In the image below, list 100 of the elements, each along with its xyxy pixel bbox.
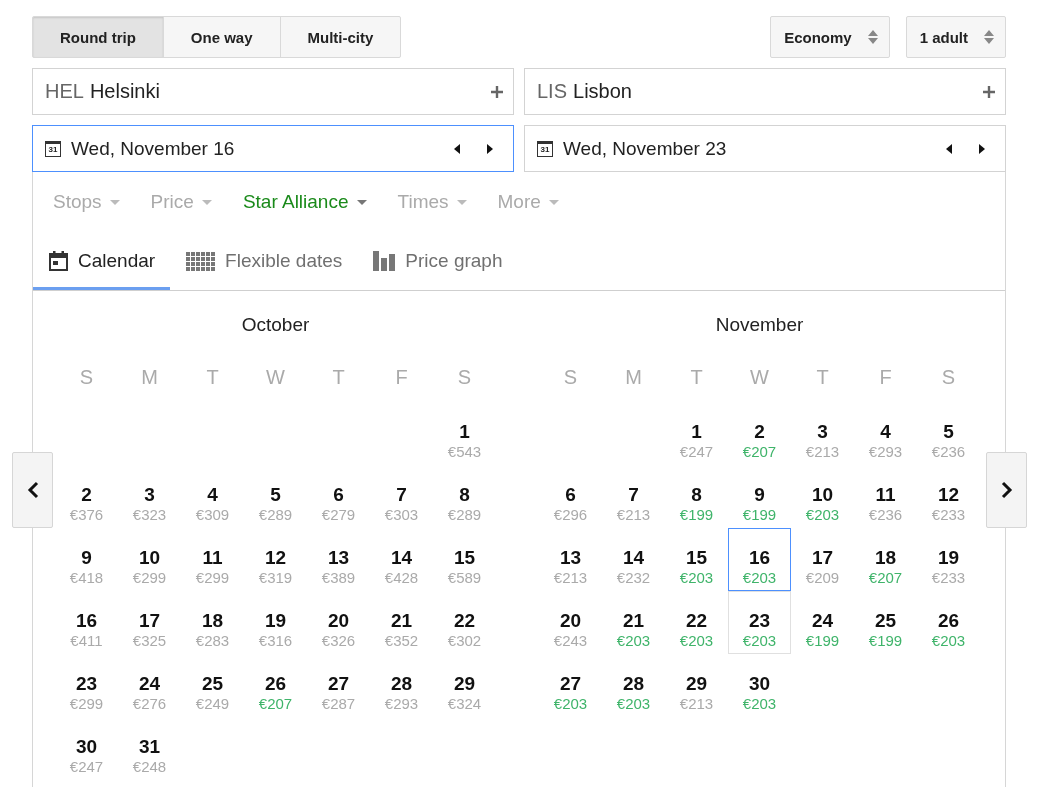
caret-left-icon[interactable] bbox=[454, 143, 460, 154]
day-number: 8 bbox=[691, 484, 702, 506]
day-number: 14 bbox=[390, 547, 413, 569]
day-price: €248 bbox=[132, 758, 167, 776]
calendar-day[interactable]: 23 €203 bbox=[728, 591, 791, 654]
weekday-label: M bbox=[140, 365, 159, 389]
day-price: €352 bbox=[384, 632, 419, 650]
date-text: Wed, November 23 bbox=[563, 137, 727, 160]
day-number: 13 bbox=[327, 547, 350, 569]
caret-right-icon[interactable] bbox=[979, 143, 985, 154]
day-price: €428 bbox=[384, 569, 419, 587]
day-price: €589 bbox=[447, 569, 482, 587]
passenger-select[interactable]: 1 adult bbox=[905, 16, 1006, 58]
day-price: €389 bbox=[321, 569, 356, 587]
caret-down-icon bbox=[109, 199, 120, 205]
day-price: €199 bbox=[742, 506, 777, 524]
up-down-caret-icon bbox=[984, 29, 994, 45]
day-price: €299 bbox=[69, 695, 104, 713]
day-number: 23 bbox=[75, 673, 98, 695]
view-tab[interactable]: Price graph bbox=[357, 232, 518, 290]
trip-type-tab[interactable]: Multi-city bbox=[279, 16, 402, 58]
day-number: 10 bbox=[811, 484, 834, 506]
day-number: 5 bbox=[270, 484, 281, 506]
day-number: 27 bbox=[559, 673, 582, 695]
day-price: €203 bbox=[616, 695, 651, 713]
day-price: €293 bbox=[384, 695, 419, 713]
day-number: 2 bbox=[81, 484, 92, 506]
view-tab[interactable]: Flexible dates bbox=[170, 232, 358, 290]
airport-code: LIS bbox=[537, 80, 568, 103]
day-price: €203 bbox=[805, 506, 840, 524]
day-number: 24 bbox=[138, 673, 161, 695]
date-text: Wed, November 16 bbox=[71, 137, 235, 160]
day-number: 4 bbox=[880, 421, 891, 443]
calendar-icon: 31 bbox=[537, 140, 553, 157]
day-number: 26 bbox=[937, 610, 960, 632]
date-field[interactable]: 31 Wed, November 23 bbox=[524, 125, 1006, 172]
weekday-label: T bbox=[205, 365, 220, 389]
day-price: €293 bbox=[868, 443, 903, 461]
calendar-day[interactable]: 16 €203 bbox=[728, 528, 791, 591]
day-price: €199 bbox=[805, 632, 840, 650]
day-price: €247 bbox=[69, 758, 104, 776]
day-number: 1 bbox=[459, 421, 470, 443]
day-number: 7 bbox=[396, 484, 407, 506]
filter-dropdown[interactable]: Star Alliance bbox=[242, 191, 367, 213]
day-number: 5 bbox=[943, 421, 954, 443]
day-price: €203 bbox=[931, 632, 966, 650]
city-name: Helsinki bbox=[89, 80, 160, 103]
day-number: 3 bbox=[817, 421, 828, 443]
day-number: 21 bbox=[390, 610, 413, 632]
calendar-icon: 31 bbox=[45, 140, 61, 157]
trip-type-tab[interactable]: Round trip bbox=[32, 16, 164, 58]
day-number: 29 bbox=[685, 673, 708, 695]
caret-down-icon bbox=[548, 199, 559, 205]
day-price: €207 bbox=[742, 443, 777, 461]
previous-month-button[interactable] bbox=[12, 452, 53, 528]
day-number: 17 bbox=[811, 547, 834, 569]
day-price: €209 bbox=[805, 569, 840, 587]
day-price: €213 bbox=[805, 443, 840, 461]
day-price: €324 bbox=[447, 695, 482, 713]
day-price: €276 bbox=[132, 695, 167, 713]
origin-field[interactable]: HEL Helsinki bbox=[32, 68, 514, 115]
day-number: 19 bbox=[937, 547, 960, 569]
destination-field[interactable]: LIS Lisbon bbox=[524, 68, 1006, 115]
day-price: €299 bbox=[195, 569, 230, 587]
plus-icon[interactable] bbox=[491, 85, 503, 98]
day-number: 1 bbox=[691, 421, 702, 443]
trip-type-tab[interactable]: One way bbox=[162, 16, 281, 58]
day-price: €207 bbox=[868, 569, 903, 587]
weekday-label: T bbox=[689, 365, 704, 389]
date-field[interactable]: 31 Wed, November 16 bbox=[32, 125, 514, 172]
day-number: 28 bbox=[622, 673, 645, 695]
weekday-label: W bbox=[749, 365, 770, 389]
cabin-class-select[interactable]: Economy bbox=[770, 16, 890, 58]
calendar-icon bbox=[49, 251, 68, 271]
day-price: €289 bbox=[258, 506, 293, 524]
day-price: €203 bbox=[553, 695, 588, 713]
day-number: 13 bbox=[559, 547, 582, 569]
day-number: 22 bbox=[685, 610, 708, 632]
day-price: €302 bbox=[447, 632, 482, 650]
day-number: 9 bbox=[81, 547, 92, 569]
caret-right-icon[interactable] bbox=[487, 143, 493, 154]
day-price: €243 bbox=[553, 632, 588, 650]
plus-icon[interactable] bbox=[983, 85, 995, 98]
day-price: €233 bbox=[931, 569, 966, 587]
day-number: 16 bbox=[748, 547, 771, 569]
day-price: €203 bbox=[742, 569, 777, 587]
day-price: €207 bbox=[258, 695, 293, 713]
day-price: €199 bbox=[868, 632, 903, 650]
weekday-label: S bbox=[562, 365, 579, 389]
weekday-label: M bbox=[624, 365, 643, 389]
day-number: 18 bbox=[874, 547, 897, 569]
day-price: €289 bbox=[447, 506, 482, 524]
day-number: 16 bbox=[75, 610, 98, 632]
day-price: €326 bbox=[321, 632, 356, 650]
day-price: €323 bbox=[132, 506, 167, 524]
weekday-label: T bbox=[331, 365, 346, 389]
view-tab[interactable]: Calendar bbox=[33, 232, 171, 290]
next-month-button[interactable] bbox=[986, 452, 1027, 528]
day-number: 2 bbox=[754, 421, 765, 443]
caret-left-icon[interactable] bbox=[946, 143, 952, 154]
